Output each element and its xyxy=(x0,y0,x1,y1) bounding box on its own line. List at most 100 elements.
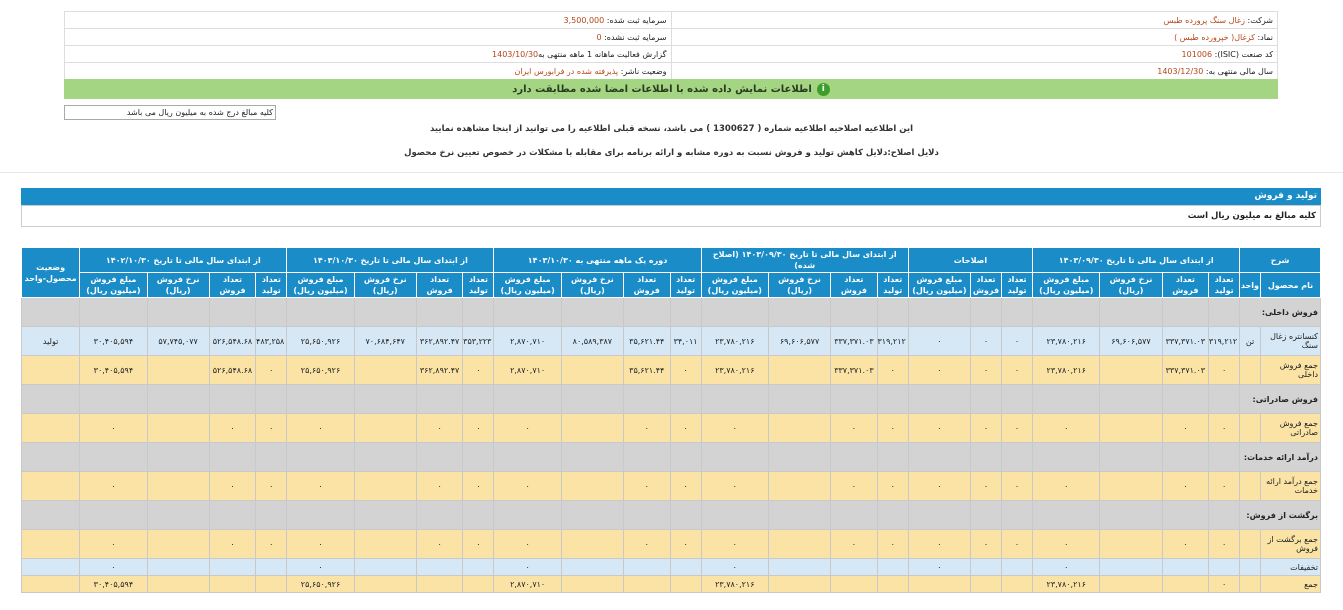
table-cell: ۸۰,۵۸۹,۳۸۷ xyxy=(560,326,624,356)
table-cell xyxy=(146,558,210,576)
table-cell xyxy=(969,575,1003,593)
company-label: شرکت: xyxy=(1247,15,1273,25)
table-cell: ۰ xyxy=(493,529,562,559)
header-subcolumn: مبلغ فروش (میلیون ریال) xyxy=(700,272,769,298)
fiscal-label: سال مالی منتهی به: xyxy=(1205,66,1273,76)
table-cell: ۰ xyxy=(208,413,257,443)
table-cell: ۰ xyxy=(1208,355,1241,385)
table-cell xyxy=(1161,442,1210,472)
table-cell: ۰ xyxy=(1001,413,1034,443)
table-cell xyxy=(255,442,288,472)
table-cell xyxy=(622,384,671,414)
table-cell: ۰ xyxy=(255,355,288,385)
report-label: گزارش فعالیت ماهانه 1 ماهه منتهی به xyxy=(538,49,667,59)
header-subcolumn: مبلغ فروش (میلیون ریال) xyxy=(907,272,971,298)
table-cell: ۰ xyxy=(286,558,355,576)
table-cell xyxy=(622,575,671,593)
table-cell: ۰ xyxy=(830,413,878,443)
table-cell xyxy=(1001,575,1034,593)
table-cell: ۰ xyxy=(669,413,702,443)
table-cell xyxy=(286,297,355,327)
table-cell: ۳۰,۴۰۵,۵۹۴ xyxy=(79,575,148,593)
header-group: از ابتدای سال مالی تا تاریخ ۱۴۰۲/۱۰/۳۰ xyxy=(79,247,288,273)
table-cell xyxy=(1208,297,1241,327)
table-cell xyxy=(462,558,495,576)
table-cell xyxy=(1161,297,1210,327)
header-subcolumn: تعداد فروش xyxy=(1161,272,1210,298)
table-cell: ۰ xyxy=(622,413,671,443)
table-cell: ۰ xyxy=(830,529,878,559)
table-cell: ۶۹,۶۰۶,۵۷۷ xyxy=(1099,326,1163,356)
table-row: تخفیفات ۰ ۰ ۰ ۰ ۰ ۰ xyxy=(20,558,1322,576)
report-value: 1403/10/30 xyxy=(492,49,539,59)
capital-unreg-label: سرمایه ثبت نشده: xyxy=(604,32,667,42)
table-cell: ۰ xyxy=(255,471,288,501)
table-cell: ۰ xyxy=(286,413,355,443)
table-cell: ۰ xyxy=(79,558,148,576)
table-cell xyxy=(255,500,288,530)
header-subcolumn: تعداد تولید xyxy=(876,272,909,298)
table-cell xyxy=(700,297,769,327)
header-subcolumn: تعداد تولید xyxy=(1001,272,1034,298)
table-cell xyxy=(1001,558,1034,576)
table-cell xyxy=(969,442,1003,472)
table-cell xyxy=(969,500,1003,530)
header-subcolumn: مبلغ فروش (میلیون ریال) xyxy=(493,272,562,298)
row-label: جمع فروش داخلی xyxy=(1259,355,1322,385)
table-cell xyxy=(560,442,624,472)
table-cell: ۲۵,۶۵۰,۹۲۶ xyxy=(286,355,355,385)
header-subcolumn: نرخ فروش (ریال) xyxy=(146,272,210,298)
table-cell xyxy=(462,297,495,327)
table-cell xyxy=(1208,558,1241,576)
table-cell xyxy=(353,384,417,414)
header-group: دوره یک ماهه منتهی به ۱۴۰۳/۱۰/۳۰ xyxy=(493,247,702,273)
header-group: از ابتدای سال مالی تا تاریخ ۱۴۰۳/۰۹/۳۰ (… xyxy=(700,247,909,273)
table-cell: ۰ xyxy=(79,471,148,501)
table-cell: ۰ xyxy=(907,529,971,559)
notice-text: اطلاعات نمایش داده شده با اطلاعات امضا ش… xyxy=(512,83,812,95)
table-cell: ۰ xyxy=(700,413,769,443)
info-icon: i xyxy=(816,82,830,96)
symbol-value[interactable]: کزغال( خپرورده طبس ) xyxy=(1174,33,1255,42)
row-label: جمع برگشت از فروش xyxy=(1259,529,1322,559)
table-cell: ۰ xyxy=(969,326,1003,356)
table-cell xyxy=(20,500,81,530)
symbol-label: نماد: xyxy=(1257,32,1273,42)
header-subcolumn: مبلغ فروش (میلیون ریال) xyxy=(79,272,148,298)
table-cell xyxy=(560,384,624,414)
isic-value: 101006 xyxy=(1181,49,1213,59)
correction-note[interactable]: این اطلاعیه اصلاحیه اطلاعیه شماره ( 1300… xyxy=(0,124,1343,134)
table-cell xyxy=(462,442,495,472)
table-cell: ۴۸۳,۲۵۸ xyxy=(255,326,288,356)
table-row: جمع فروش داخلی ۰ ۳۳۷,۳۷۱.۰۳ ۲۳,۷۸۰,۲۱۶ ۰ ۰ ۰ ۰ ۳… xyxy=(20,355,1322,385)
table-cell xyxy=(907,575,971,593)
table-cell xyxy=(876,558,909,576)
table-cell: ۰ xyxy=(830,471,878,501)
row-unit xyxy=(1239,413,1261,443)
table-cell: ۲۳,۷۸۰,۲۱۶ xyxy=(1032,355,1101,385)
table-cell xyxy=(1099,442,1163,472)
table-row: جمع ۰ ۲۳,۷۸۰,۲۱۶ ۲۳,۷۸۰,۲۱۶ ۲,۸۷۰,۷۱۰ ۲۵,۶۵۰,… xyxy=(20,575,1322,593)
unit-note-box: کلیه مبالغ درج شده به میلیون ریال می باش… xyxy=(64,105,276,120)
row-label: جمع xyxy=(1259,575,1322,593)
table-cell xyxy=(20,529,81,559)
table-cell xyxy=(669,297,702,327)
header-group: وضعیت محصول-واحد xyxy=(20,247,81,298)
table-cell xyxy=(146,529,210,559)
header-subcolumn: نرخ فروش (ریال) xyxy=(1099,272,1163,298)
header-subcolumn: نرخ فروش (ریال) xyxy=(353,272,417,298)
table-cell: ۳۰,۴۰۵,۵۹۴ xyxy=(79,326,148,356)
table-cell xyxy=(79,384,148,414)
table-cell xyxy=(353,442,417,472)
table-cell xyxy=(1161,558,1210,576)
table-cell xyxy=(1032,442,1101,472)
table-cell: ۰ xyxy=(907,355,971,385)
header-subcolumn: مبلغ فروش (میلیون ریال) xyxy=(1032,272,1101,298)
table-cell xyxy=(146,413,210,443)
table-cell xyxy=(767,471,832,501)
status-label: وضعیت ناشر: xyxy=(620,66,667,76)
table-cell xyxy=(767,384,832,414)
row-label: تخفیفات xyxy=(1259,558,1322,576)
table-cell: ۳۱۹,۲۱۲ xyxy=(1208,326,1241,356)
header-subcolumn: تعداد تولید xyxy=(1208,272,1241,298)
